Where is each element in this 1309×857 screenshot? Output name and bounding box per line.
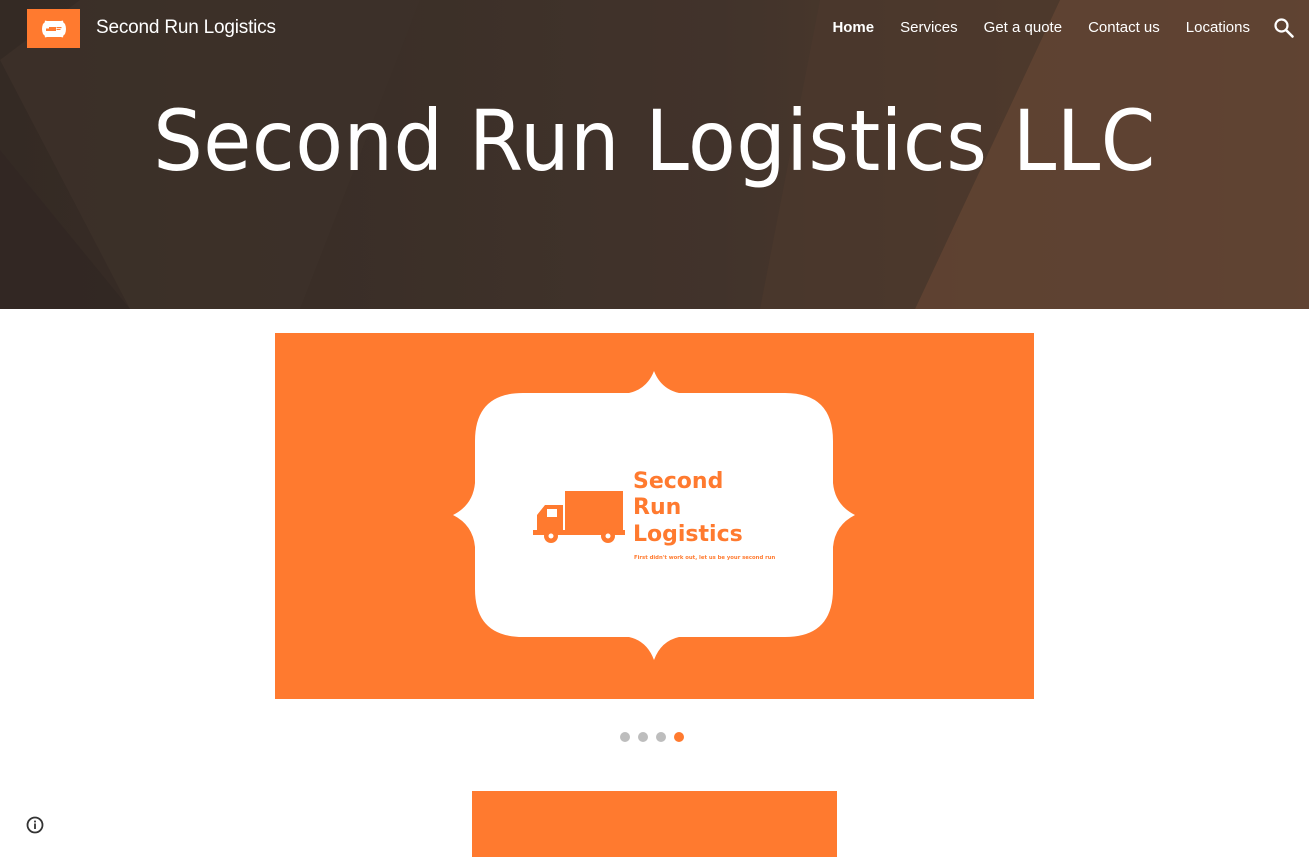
logo-tagline: First didn't work out, let us be your se… [634,555,775,561]
page-title: Second Run Logistics LLC [153,92,1156,190]
carousel-dot-2[interactable] [638,732,648,742]
carousel-dot-4[interactable] [674,732,684,742]
site-title[interactable]: Second Run Logistics [96,17,276,39]
search-button[interactable] [1273,17,1295,39]
nav-item-services[interactable]: Services [900,19,958,36]
content-image-block [472,791,837,857]
main-nav: Home Services Get a quote Contact us Loc… [806,19,1250,36]
truck-logo-icon [41,20,66,37]
carousel-dot-1[interactable] [620,732,630,742]
logo-word-run: Run [633,495,681,520]
carousel-indicators [620,732,684,742]
search-icon [1274,18,1294,38]
nav-item-contact-us[interactable]: Contact us [1088,19,1160,36]
logo-word-logistics: Logistics [633,522,743,547]
hero-banner: Second Run Logistics Home Services Get a… [0,0,1309,309]
nav-item-home[interactable]: Home [832,19,874,36]
top-navigation-bar: Second Run Logistics Home Services Get a… [0,0,1309,58]
site-logo[interactable] [27,9,80,48]
image-carousel-slide[interactable]: Second Run Logistics First didn't work o… [275,333,1034,699]
carousel-dot-3[interactable] [656,732,666,742]
site-info-button[interactable] [25,815,45,835]
nav-item-locations[interactable]: Locations [1186,19,1250,36]
company-logo-image: Second Run Logistics First didn't work o… [453,371,855,660]
nav-item-get-a-quote[interactable]: Get a quote [984,19,1062,36]
info-icon [26,816,44,834]
logo-word-second: Second [633,469,723,494]
